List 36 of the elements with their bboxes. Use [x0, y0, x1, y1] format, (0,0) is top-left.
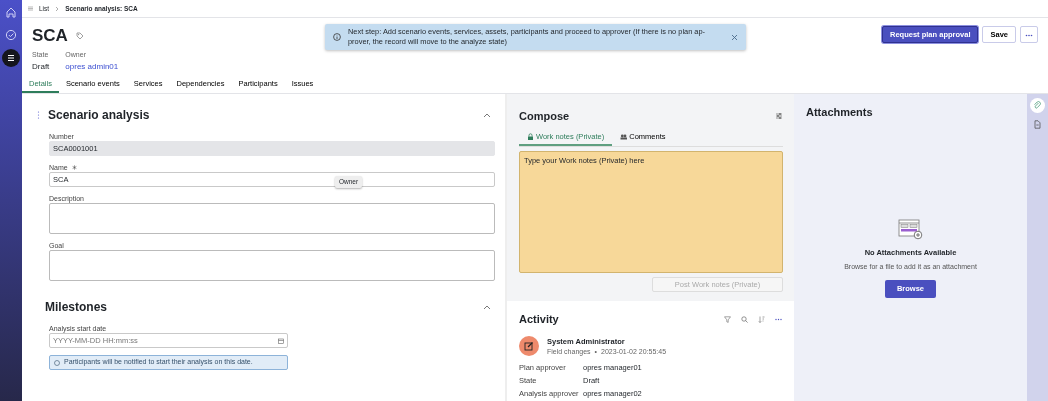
nav-rail-button[interactable]	[2, 49, 20, 67]
more-button[interactable]	[1020, 26, 1038, 43]
tag-icon[interactable]	[75, 32, 84, 40]
lock-icon	[527, 132, 534, 140]
activity-title: Activity	[519, 312, 559, 327]
paperclip-icon	[1033, 101, 1042, 110]
search-icon[interactable]	[741, 315, 748, 323]
filter-icon[interactable]	[724, 315, 731, 323]
side-rail-button[interactable]	[1030, 98, 1045, 113]
owner-link[interactable]: opres admin01	[65, 61, 119, 71]
chevron-right-icon	[55, 5, 60, 12]
compose-title: Compose	[519, 109, 570, 124]
checkmark-circle-icon	[5, 29, 17, 41]
calendar-icon[interactable]	[278, 337, 284, 344]
chevron-up-icon[interactable]	[483, 112, 491, 118]
list-icon	[5, 52, 17, 64]
people-icon	[620, 132, 628, 140]
state-value: Draft	[32, 60, 50, 73]
sort-icon[interactable]	[758, 315, 765, 323]
menu-icon	[28, 6, 33, 11]
section-title: Milestones	[45, 299, 107, 316]
text-area[interactable]	[49, 250, 495, 281]
chevron-up-icon[interactable]	[483, 304, 491, 310]
text-area[interactable]	[49, 203, 495, 234]
record-title: SCA	[32, 26, 68, 46]
section-title: Scenario analysis	[48, 107, 150, 124]
attachment-empty-icon	[898, 218, 923, 240]
avatar	[519, 336, 539, 357]
info-icon	[333, 33, 341, 41]
settings-icon[interactable]	[775, 112, 783, 121]
drag-handle-icon[interactable]	[37, 111, 40, 119]
attachments-title: Attachments	[806, 105, 874, 120]
close-icon[interactable]	[731, 33, 738, 41]
document-icon	[1033, 120, 1042, 129]
home-icon	[5, 6, 17, 18]
info-icon	[54, 359, 60, 366]
